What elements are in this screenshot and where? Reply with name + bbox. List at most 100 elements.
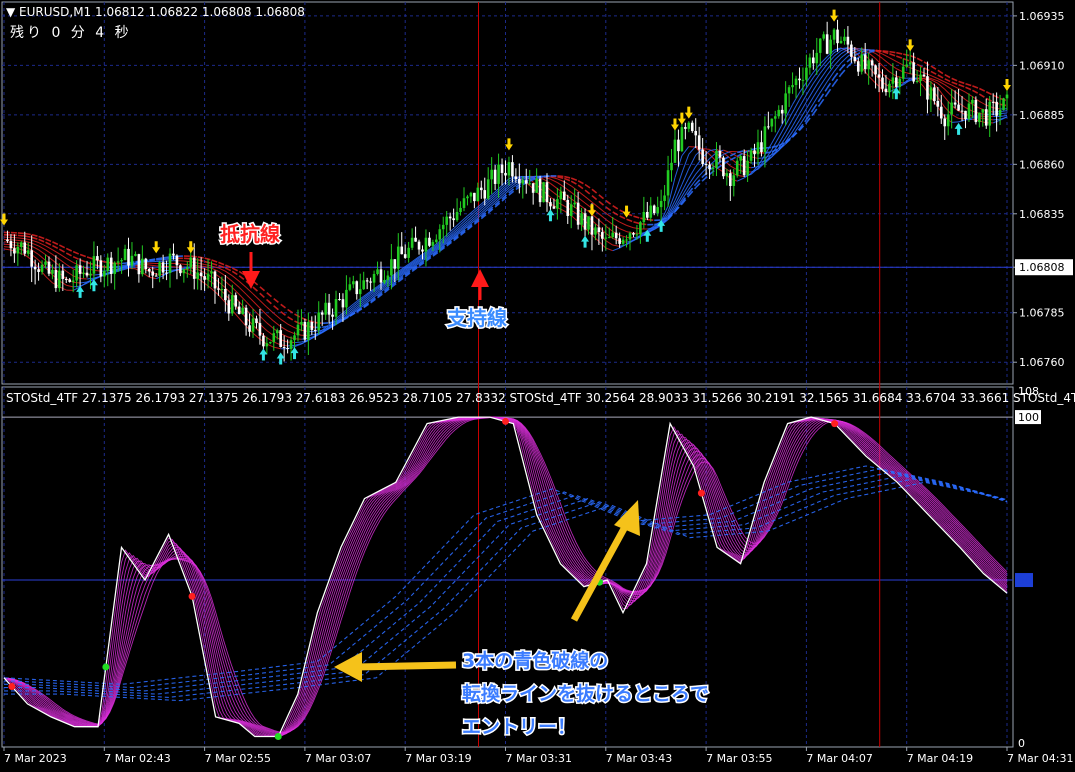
candle-body <box>777 110 780 116</box>
candle-body <box>10 241 13 248</box>
ma-band-segment <box>25 233 32 234</box>
callout-line-2: 転換ラインを抜けるところで <box>462 682 709 705</box>
candle-body <box>888 84 891 92</box>
candle-body <box>245 308 248 326</box>
candle-body <box>1002 98 1005 110</box>
candle-body <box>376 269 379 274</box>
candle-body <box>656 207 659 213</box>
y-tick-label: 1.06760 <box>1019 356 1065 369</box>
candle-body <box>975 100 978 122</box>
candle-body <box>124 249 127 260</box>
signal-dot <box>8 683 15 690</box>
candle-body <box>605 238 608 239</box>
y-tick-label: 100 <box>1018 411 1039 424</box>
candle-body <box>726 173 729 176</box>
signal-dot <box>502 418 509 425</box>
x-tick-label: 7 Mar 2023 <box>4 752 67 765</box>
x-tick-label: 7 Mar 03:07 <box>305 752 371 765</box>
candle-body <box>988 102 991 126</box>
candle-body <box>708 165 711 170</box>
candle-body <box>992 102 995 103</box>
candle-body <box>815 53 818 63</box>
x-tick-label: 7 Mar 04:31 <box>1007 752 1073 765</box>
candle-body <box>902 67 905 79</box>
candle-body <box>573 203 576 205</box>
candle-body <box>44 262 47 265</box>
candle-body <box>193 258 196 279</box>
candle-body <box>580 213 583 224</box>
candle-body <box>660 201 663 207</box>
candle-body <box>394 259 397 268</box>
x-tick-label: 7 Mar 03:43 <box>606 752 672 765</box>
candle-body <box>594 227 597 234</box>
candle-body <box>919 75 922 81</box>
candle-body <box>169 254 172 273</box>
candle-body <box>283 347 286 348</box>
x-tick-label: 7 Mar 04:19 <box>907 752 973 765</box>
candle-body <box>317 312 320 330</box>
candle-body <box>48 262 51 274</box>
candle-body <box>293 335 296 340</box>
candle-body <box>971 100 974 104</box>
signal-dot <box>831 420 838 427</box>
candle-body <box>947 114 950 126</box>
candle-body <box>871 60 874 65</box>
candle-body <box>37 269 40 272</box>
x-tick-label: 7 Mar 03:31 <box>506 752 572 765</box>
candle-body <box>228 300 231 313</box>
candle-body <box>805 68 808 80</box>
candle-body <box>335 299 338 317</box>
x-tick-label: 7 Mar 03:55 <box>706 752 772 765</box>
candle-body <box>802 80 805 81</box>
candle-body <box>61 271 64 279</box>
candle-body <box>456 212 459 220</box>
candle-body <box>587 216 590 229</box>
candle-body <box>774 116 777 118</box>
candle-body <box>34 267 37 270</box>
x-tick-label: 7 Mar 02:43 <box>104 752 170 765</box>
ma-band-segment <box>889 52 896 53</box>
candle-body <box>874 65 877 74</box>
candle-body <box>847 37 850 45</box>
candle-body <box>380 269 383 282</box>
candle-body <box>490 170 493 180</box>
mt4-chart-window[interactable]: 1.069351.069101.068851.068601.068351.068… <box>0 0 1075 768</box>
y-tick-label: 1.06808 <box>1019 261 1065 274</box>
candle-body <box>701 150 704 164</box>
candle-body <box>165 273 168 274</box>
candle-body <box>1006 95 1009 99</box>
candle-body <box>968 103 971 119</box>
candle-body <box>183 269 186 273</box>
candle-body <box>705 164 708 165</box>
signal-dot <box>102 663 109 670</box>
candle-body <box>639 222 642 234</box>
candle-body <box>584 213 587 229</box>
ma-band-segment <box>156 258 163 259</box>
candle-body <box>933 87 936 101</box>
candle-body <box>753 150 756 154</box>
candle-body <box>864 54 867 69</box>
candle-body <box>241 308 244 314</box>
y-tick-label: 0 <box>1018 737 1025 750</box>
candle-body <box>259 323 262 336</box>
candle-body <box>269 342 272 343</box>
candle-body <box>421 250 424 252</box>
candle-body <box>833 30 836 40</box>
candle-body <box>466 196 469 198</box>
candle-body <box>404 254 407 258</box>
candle-body <box>145 259 148 269</box>
candle-body <box>290 340 293 349</box>
price-and-indicator-chart[interactable]: 1.069351.069101.068851.068601.068351.068… <box>0 0 1075 768</box>
candle-body <box>926 76 929 99</box>
candle-body <box>881 78 884 89</box>
candle-body <box>321 312 324 314</box>
candle-body <box>390 259 393 275</box>
symbol-header[interactable]: ▼ EURUSD,M1 1.06812 1.06822 1.06808 1.06… <box>6 5 305 19</box>
candle-body <box>362 280 365 289</box>
candle-body <box>719 151 722 158</box>
candle-body <box>943 118 946 126</box>
y-tick-label: 1.06885 <box>1019 109 1065 122</box>
dropdown-triangle-icon[interactable]: ▼ <box>6 5 19 19</box>
candle-body <box>373 274 376 283</box>
candle-body <box>13 248 16 253</box>
